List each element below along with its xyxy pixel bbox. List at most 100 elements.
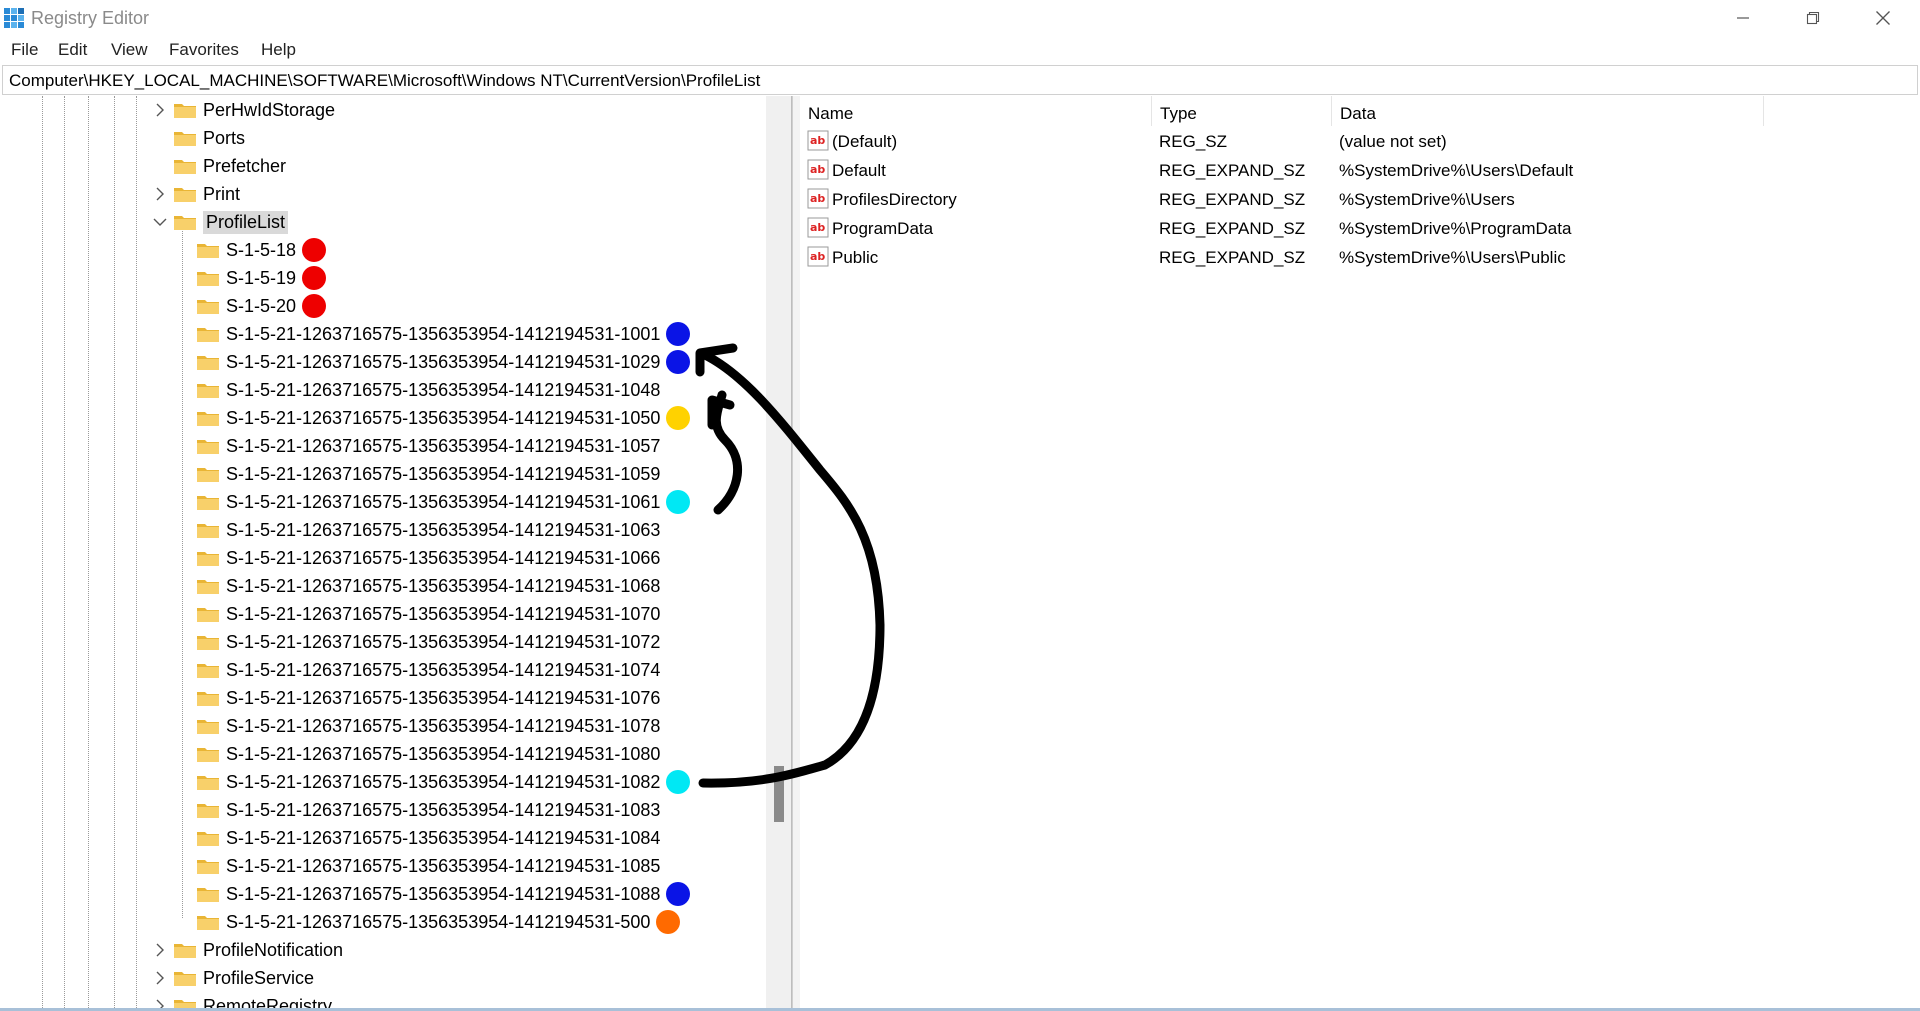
tree-item-sid[interactable]: S-1-5-21-1263716575-1356353954-141219453…	[196, 376, 660, 404]
value-data: (value not set)	[1339, 132, 1447, 151]
minimize-button[interactable]	[1708, 0, 1778, 36]
tree-expander[interactable]	[153, 215, 167, 229]
folder-icon	[197, 580, 219, 594]
tree-item-sid[interactable]: S-1-5-21-1263716575-1356353954-141219453…	[196, 516, 660, 544]
address-bar[interactable]: Computer\HKEY_LOCAL_MACHINE\SOFTWARE\Mic…	[2, 65, 1918, 95]
tree-item-sid[interactable]: S-1-5-19	[196, 264, 327, 292]
tree-item-label: RemoteRegistry	[203, 995, 333, 1009]
tree-item[interactable]: ProfileNotification	[153, 936, 343, 964]
tree-item-label: S-1-5-21-1263716575-1356353954-141219453…	[226, 743, 661, 764]
tree-item[interactable]: Prefetcher	[153, 152, 286, 180]
menu-favorites[interactable]: Favorites	[169, 40, 239, 60]
tree-item-sid[interactable]: S-1-5-21-1263716575-1356353954-141219453…	[196, 348, 691, 376]
tree-item-label: S-1-5-21-1263716575-1356353954-141219453…	[226, 519, 661, 540]
value-row[interactable]: ab Public REG_EXPAND_SZ %SystemDrive%\Users…	[800, 243, 1920, 272]
tree-item-sid[interactable]: S-1-5-21-1263716575-1356353954-141219453…	[196, 628, 660, 656]
tree-item-sid[interactable]: S-1-5-21-1263716575-1356353954-141219453…	[196, 712, 660, 740]
tree-item-sid[interactable]: S-1-5-21-1263716575-1356353954-141219453…	[196, 824, 660, 852]
tree-item-sid[interactable]: S-1-5-21-1263716575-1356353954-141219453…	[196, 796, 660, 824]
value-row[interactable]: ab ProgramData REG_EXPAND_SZ %SystemDrive%\…	[800, 214, 1920, 243]
tree-item[interactable]: ProfileList	[153, 208, 289, 236]
tree-item-sid[interactable]: S-1-5-21-1263716575-1356353954-141219453…	[196, 488, 691, 516]
column-header-type[interactable]: Type	[1152, 96, 1332, 126]
folder-icon	[197, 552, 219, 566]
tree-item-label: Prefetcher	[203, 155, 287, 176]
tree-item-sid[interactable]: S-1-5-18	[196, 236, 327, 264]
tree-item[interactable]: PerHwIdStorage	[153, 96, 335, 124]
value-row[interactable]: ab ProfilesDirectory REG_EXPAND_SZ %SystemD…	[800, 185, 1920, 214]
tree-expander[interactable]	[153, 187, 167, 201]
regedit-icon	[4, 8, 24, 28]
key-tree-pane[interactable]: PerHwIdStorage Ports Prefetcher Print Profil…	[0, 96, 792, 1008]
menu-file[interactable]: File	[11, 40, 38, 60]
tree-item-label: S-1-5-21-1263716575-1356353954-141219453…	[226, 855, 661, 876]
close-button[interactable]	[1848, 0, 1918, 36]
tree-expander[interactable]	[153, 999, 167, 1008]
tree-item-sid[interactable]: S-1-5-21-1263716575-1356353954-141219453…	[196, 572, 660, 600]
value-row[interactable]: ab (Default) REG_SZ (value not set)	[800, 127, 1920, 156]
tree-item-sid[interactable]: S-1-5-21-1263716575-1356353954-141219453…	[196, 600, 660, 628]
string-value-icon: ab	[807, 159, 829, 180]
folder-icon	[197, 356, 219, 370]
annotation-marker-dot	[666, 770, 691, 794]
chevron-right-icon	[156, 943, 164, 957]
tree-item-sid[interactable]: S-1-5-21-1263716575-1356353954-141219453…	[196, 544, 660, 572]
tree-item-label: S-1-5-21-1263716575-1356353954-141219453…	[226, 379, 661, 400]
pane-splitter[interactable]	[792, 96, 800, 1008]
tree-scrollbar-thumb[interactable]	[774, 766, 784, 822]
folder-icon	[174, 160, 196, 174]
tree-scrollbar[interactable]	[766, 96, 791, 1008]
chevron-right-icon	[156, 187, 164, 201]
column-header-name[interactable]: Name	[800, 96, 1152, 126]
annotation-marker-dot	[666, 882, 691, 906]
tree-expander[interactable]	[153, 943, 167, 957]
svg-text:ab: ab	[810, 134, 825, 147]
tree-item[interactable]: Print	[153, 180, 240, 208]
menu-view[interactable]: View	[111, 40, 148, 60]
tree-item-sid[interactable]: S-1-5-21-1263716575-1356353954-141219453…	[196, 404, 691, 432]
menu-help[interactable]: Help	[261, 40, 296, 60]
value-row[interactable]: ab Default REG_EXPAND_SZ %SystemDrive%\User…	[800, 156, 1920, 185]
tree-item-label: S-1-5-18	[226, 239, 297, 260]
tree-item-sid[interactable]: S-1-5-21-1263716575-1356353954-141219453…	[196, 768, 691, 796]
folder-icon	[174, 1000, 196, 1008]
chevron-right-icon	[156, 971, 164, 985]
column-header-data[interactable]: Data	[1332, 96, 1764, 126]
tree-item[interactable]: RemoteRegistry	[153, 992, 332, 1008]
tree-item-sid[interactable]: S-1-5-21-1263716575-1356353954-141219453…	[196, 460, 660, 488]
annotation-marker-dot	[656, 910, 681, 934]
tree-item[interactable]: Ports	[153, 124, 245, 152]
value-name: (Default)	[832, 132, 898, 151]
tree-item-sid[interactable]: S-1-5-21-1263716575-1356353954-141219453…	[196, 432, 660, 460]
tree-item-sid[interactable]: S-1-5-21-1263716575-1356353954-141219453…	[196, 684, 660, 712]
tree-item-sid[interactable]: S-1-5-21-1263716575-1356353954-141219453…	[196, 852, 660, 880]
tree-item-sid[interactable]: S-1-5-20	[196, 292, 327, 320]
tree-expander[interactable]	[153, 103, 167, 117]
chevron-right-icon	[156, 999, 164, 1008]
tree-item-label: S-1-5-21-1263716575-1356353954-141219453…	[226, 883, 661, 904]
address-path[interactable]: Computer\HKEY_LOCAL_MACHINE\SOFTWARE\Mic…	[9, 71, 760, 91]
restore-button[interactable]	[1778, 0, 1848, 36]
tree-item-label: Ports	[203, 127, 246, 148]
folder-icon	[197, 496, 219, 510]
tree-item-label: S-1-5-21-1263716575-1356353954-141219453…	[226, 491, 661, 512]
tree-item-sid[interactable]: S-1-5-21-1263716575-1356353954-141219453…	[196, 740, 660, 768]
folder-icon	[174, 104, 196, 118]
tree-expander	[153, 159, 167, 173]
menu-edit[interactable]: Edit	[58, 40, 87, 60]
tree-expander[interactable]	[153, 971, 167, 985]
title-bar[interactable]: Registry Editor	[0, 0, 1920, 36]
tree-item-sid[interactable]: S-1-5-21-1263716575-1356353954-141219453…	[196, 656, 660, 684]
folder-icon	[197, 860, 219, 874]
values-pane[interactable]: Name Type Data ab (Default) REG_SZ (value n…	[800, 96, 1920, 1008]
tree-item-sid[interactable]: S-1-5-21-1263716575-1356353954-141219453…	[196, 908, 681, 936]
tree-expander	[153, 131, 167, 145]
chevron-right-icon	[156, 103, 164, 117]
folder-icon	[197, 692, 219, 706]
value-data: %SystemDrive%\Users	[1339, 190, 1515, 209]
tree-item-sid[interactable]: S-1-5-21-1263716575-1356353954-141219453…	[196, 880, 691, 908]
tree-item-label: S-1-5-21-1263716575-1356353954-141219453…	[226, 575, 661, 596]
tree-item[interactable]: ProfileService	[153, 964, 314, 992]
tree-item-sid[interactable]: S-1-5-21-1263716575-1356353954-141219453…	[196, 320, 691, 348]
annotation-marker-dot	[302, 238, 327, 262]
